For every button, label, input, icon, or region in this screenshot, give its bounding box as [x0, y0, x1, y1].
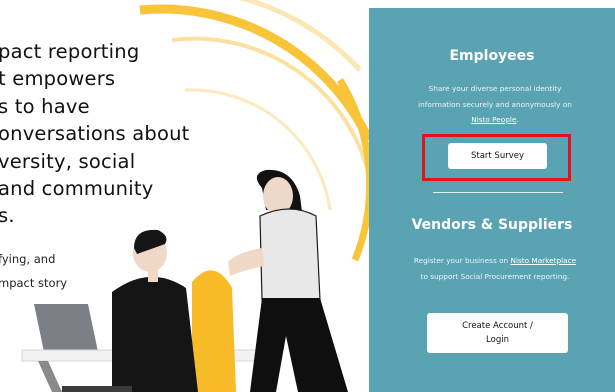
chair	[192, 270, 236, 392]
employees-desc-end: .	[516, 115, 519, 124]
signup-panel: Employees Share your diverse personal id…	[369, 8, 615, 392]
employees-desc-text: Share your diverse personal identity inf…	[418, 84, 572, 109]
laptop-icon	[34, 304, 120, 355]
panel-divider	[433, 192, 563, 193]
vendors-description: Register your business on Nisto Marketpl…	[411, 253, 579, 284]
start-survey-button[interactable]: Start Survey	[448, 143, 547, 169]
vendors-desc-end: to support Social Procurement reporting.	[420, 271, 570, 281]
employees-title: Employees	[449, 48, 535, 64]
employees-description: Share your diverse personal identity inf…	[411, 81, 579, 128]
nisto-people-link[interactable]: Nisto People	[471, 115, 516, 124]
vendors-desc-text: Register your business on	[413, 256, 511, 265]
people-illustration	[21, 169, 348, 392]
nisto-marketplace-link[interactable]: Nisto Marketplace	[510, 256, 576, 265]
create-account-button[interactable]: Create Account / Login	[427, 313, 568, 353]
vendors-title: Vendors & Suppliers	[411, 217, 573, 233]
hero-section: pact reporting t empowers s to have onve…	[0, 0, 369, 392]
